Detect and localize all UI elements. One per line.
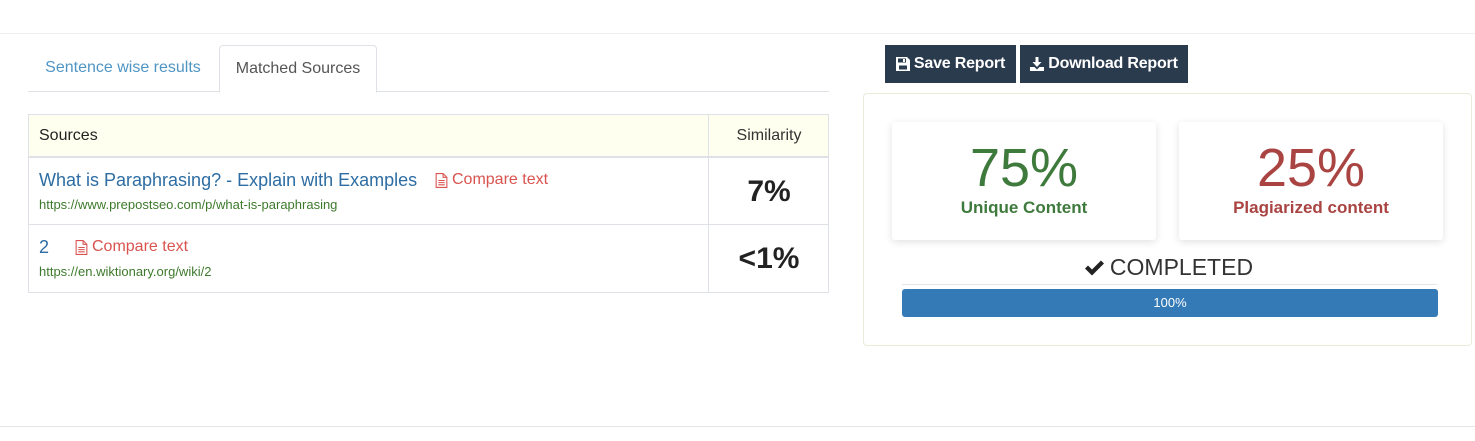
results-panel: 75% Unique Content 25% Plagiarized conte… <box>863 93 1472 346</box>
source-url: https://en.wiktionary.org/wiki/2 <box>39 264 212 279</box>
tab-sentence-wise-results[interactable]: Sentence wise results <box>28 45 218 92</box>
status-divider <box>902 284 1437 285</box>
top-divider <box>0 33 1475 34</box>
table-row: What is Paraphrasing? - Explain with Exa… <box>29 158 828 225</box>
similarity-value: 7% <box>747 175 791 208</box>
unique-content-card: 75% Unique Content <box>892 122 1156 240</box>
status-indicator: COMPLETED <box>864 254 1473 281</box>
unique-percentage: 75% <box>969 138 1079 198</box>
source-url: https://www.prepostseo.com/p/what-is-par… <box>39 197 338 212</box>
compare-text-link[interactable]: Compare text <box>75 238 188 256</box>
source-title-link[interactable]: What is Paraphrasing? - Explain with Exa… <box>39 170 417 191</box>
floppy-disk-icon <box>895 57 910 71</box>
download-report-button[interactable]: Download Report <box>1020 45 1188 83</box>
compare-text-label: Compare text <box>452 171 549 188</box>
results-tabs: Sentence wise results Matched Sources <box>28 45 829 93</box>
sources-table: Sources Similarity What is Paraphrasing?… <box>28 114 829 293</box>
progress-fill: 100% <box>902 289 1438 317</box>
compare-text-link[interactable]: Compare text <box>435 171 548 189</box>
plagiarized-percentage: 25% <box>1256 138 1366 198</box>
similarity-column-header: Similarity <box>736 127 802 144</box>
tab-matched-sources[interactable]: Matched Sources <box>219 45 377 93</box>
plagiarized-content-label: Plagiarized content <box>1233 198 1389 217</box>
download-icon <box>1030 57 1045 71</box>
file-text-icon <box>435 172 448 188</box>
sources-column-header: Sources <box>39 127 98 144</box>
source-title-link[interactable]: 2 <box>39 237 49 258</box>
save-report-label: Save Report <box>913 55 1006 72</box>
similarity-value: <1% <box>738 242 800 275</box>
page: Sentence wise results Matched Sources So… <box>0 0 1475 441</box>
status-text: COMPLETED <box>1109 254 1254 280</box>
file-text-icon <box>75 239 88 255</box>
download-report-label: Download Report <box>1048 55 1178 72</box>
plagiarized-content-card: 25% Plagiarized content <box>1179 122 1443 240</box>
save-report-button[interactable]: Save Report <box>885 45 1016 83</box>
table-header-row: Sources Similarity <box>29 115 828 158</box>
unique-content-label: Unique Content <box>960 198 1088 217</box>
bottom-divider <box>0 426 1475 427</box>
check-icon <box>1084 260 1104 275</box>
table-row: 2 Compare text https://en.wiktionary.org… <box>29 225 828 292</box>
compare-text-label: Compare text <box>92 238 189 255</box>
progress-bar: 100% <box>902 289 1438 317</box>
